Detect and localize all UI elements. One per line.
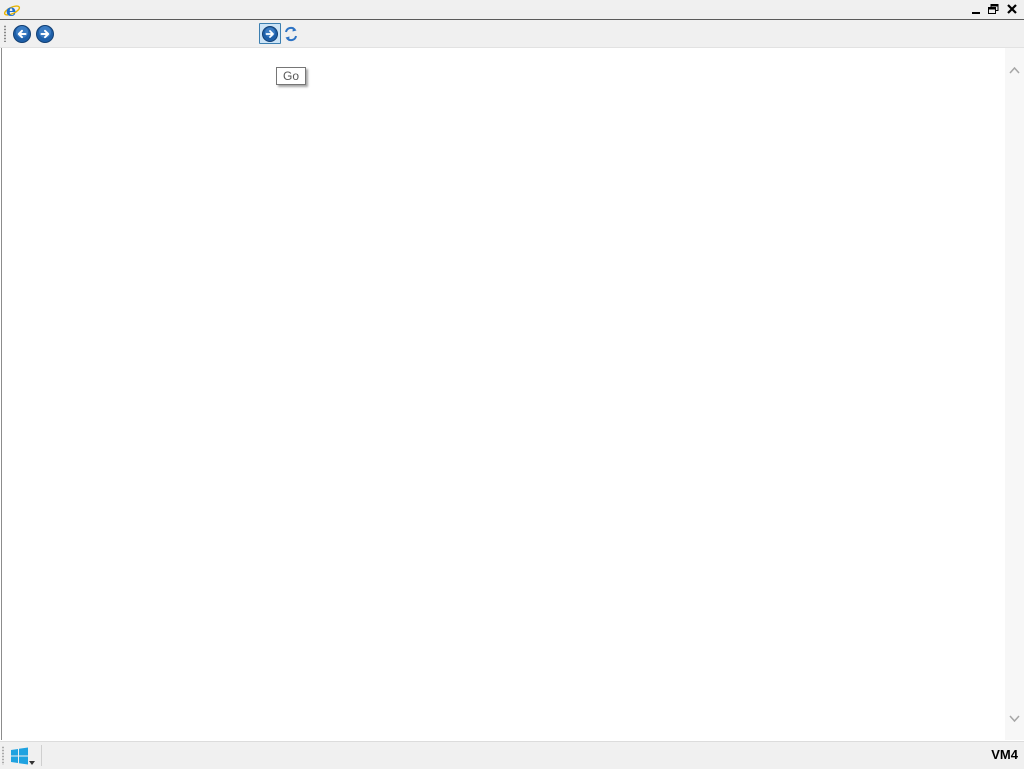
start-button[interactable]: [9, 747, 37, 765]
vertical-scrollbar[interactable]: [1005, 48, 1024, 740]
taskbar-divider: [41, 745, 42, 766]
scroll-up-icon[interactable]: [1009, 63, 1020, 77]
minimize-button[interactable]: [968, 2, 985, 17]
forward-arrow-icon: [35, 25, 55, 47]
back-arrow-icon: [12, 25, 32, 47]
close-icon: [1005, 4, 1020, 19]
forward-button[interactable]: [35, 24, 55, 44]
minimize-icon: [969, 5, 984, 19]
taskbar-grip: [2, 746, 4, 765]
internet-explorer-icon[interactable]: e: [3, 1, 21, 20]
chevron-down-icon: [29, 754, 35, 768]
go-tooltip: Go: [276, 67, 307, 85]
navigation-toolbar: [0, 20, 1024, 48]
back-button[interactable]: [12, 24, 32, 44]
toolbar-grip[interactable]: [4, 25, 6, 42]
go-button[interactable]: [259, 23, 281, 44]
close-button[interactable]: [1004, 2, 1021, 17]
machine-label: VM4: [991, 747, 1018, 762]
scroll-down-icon[interactable]: [1009, 712, 1020, 726]
svg-text:e: e: [6, 1, 16, 19]
restore-icon: [986, 4, 1001, 19]
restore-button[interactable]: [985, 2, 1002, 17]
address-input[interactable]: [58, 24, 256, 43]
refresh-button[interactable]: [283, 24, 299, 44]
title-bar: e: [0, 0, 1024, 20]
taskbar: VM4: [0, 741, 1024, 769]
page-content-area[interactable]: [1, 48, 1005, 740]
refresh-icon: [283, 26, 299, 47]
